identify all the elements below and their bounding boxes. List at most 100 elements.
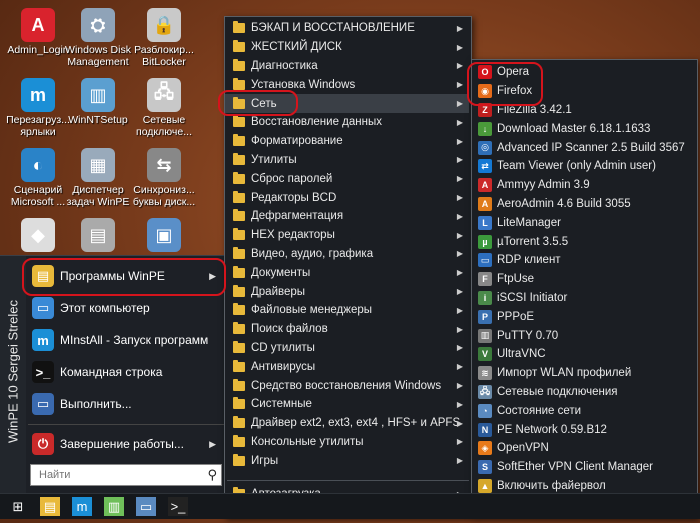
programs-menu-item[interactable]: Сброс паролей ▶ <box>225 169 469 188</box>
programs-menu-item[interactable]: Диагностика ▶ <box>225 57 469 76</box>
network-menu-item-label: UltraVNC <box>497 348 546 361</box>
programs-menu-item[interactable]: Установка Windows ▶ <box>225 75 469 94</box>
network-menu-item[interactable]: 🖧 Сетевые подключения <box>472 383 695 402</box>
explorer-icon[interactable]: ▤ <box>40 497 60 516</box>
desktop-icon[interactable]: ⛭ Windows Disk Management <box>62 8 134 68</box>
network-menu-item[interactable]: V UltraVNC <box>472 345 695 364</box>
pppoe-icon: P <box>478 309 492 324</box>
network-icon: 🖧 <box>147 78 181 112</box>
network-menu-item[interactable]: ≋ Импорт WLAN профилей <box>472 364 695 383</box>
network-menu-item[interactable]: ↓ Download Master 6.18.1.1633 <box>472 119 695 138</box>
programs-menu-item[interactable]: Сеть ▶ <box>225 94 469 113</box>
chevron-right-icon: ▶ <box>456 155 463 165</box>
start-menu-item[interactable]: m MInstAll - Запуск программ <box>28 326 224 354</box>
programs-menu-item[interactable]: Файловые менеджеры ▶ <box>225 301 469 320</box>
network-menu-item[interactable]: L LiteManager <box>472 213 695 232</box>
network-menu-item[interactable]: S SoftEther VPN Client Manager <box>472 458 695 477</box>
notepad-icon[interactable]: ▥ <box>104 497 124 516</box>
programs-menu-item[interactable]: ЖЕСТКИЙ ДИСК ▶ <box>225 38 469 57</box>
network-menu-item[interactable]: ⇄ Team Viewer (only Admin user) <box>472 157 695 176</box>
chevron-right-icon: ▶ <box>209 270 216 281</box>
programs-menu-item[interactable]: Средство восстановления Windows ▶ <box>225 376 469 395</box>
search-icon[interactable]: ⚲ <box>207 467 217 483</box>
programs-menu-item[interactable]: Форматирование ▶ <box>225 132 469 151</box>
network-menu-item[interactable]: N PE Network 0.59.B12 <box>472 420 695 439</box>
network-menu: O Opera ◉ Firefox Z FileZilla 3.42.1 ↓ Download… <box>471 59 698 519</box>
network-menu-item-label: Team Viewer (only Admin user) <box>497 160 656 173</box>
m-logo-icon[interactable]: m <box>72 497 92 516</box>
desktop-icon[interactable]: 🖧 Сетевые подключе... <box>128 78 200 138</box>
network-menu-item[interactable]: µ µTorrent 3.5.5 <box>472 232 695 251</box>
network-menu-item[interactable]: i iSCSI Initiator <box>472 289 695 308</box>
chevron-right-icon: ▶ <box>456 249 463 259</box>
search-box[interactable]: ⚲ <box>30 464 222 486</box>
filezilla-icon: Z <box>478 102 492 117</box>
programs-menu-item[interactable]: БЭКАП И ВОССТАНОВЛЕНИЕ ▶ <box>225 19 469 38</box>
task-manager-icon: ▦ <box>81 148 115 182</box>
start-menu-item[interactable]: ▭ Выполнить... <box>28 390 224 418</box>
network-menu-item-label: Advanced IP Scanner 2.5 Build 3567 <box>497 141 685 154</box>
desktop-icon[interactable]: ▦ Диспетчер задач WinPE <box>62 148 134 208</box>
programs-menu-item-label: Форматирование <box>251 135 343 148</box>
start-menu-item[interactable]: ⏻ Завершение работы... ▶ <box>28 430 224 458</box>
programs-menu-item[interactable]: CD утилиты ▶ <box>225 339 469 358</box>
disk-management-icon: ⛭ <box>81 8 115 42</box>
programs-menu-item[interactable]: HEX редакторы ▶ <box>225 226 469 245</box>
programs-menu-item[interactable]: Антивирусы ▶ <box>225 357 469 376</box>
start-menu-item[interactable]: >_ Командная строка <box>28 358 224 386</box>
programs-menu-item[interactable]: Игры ▶ <box>225 451 469 470</box>
programs-menu-item[interactable]: Дефрагментация ▶ <box>225 207 469 226</box>
m-logo-icon: m <box>21 78 55 112</box>
programs-menu-item[interactable]: Поиск файлов ▶ <box>225 320 469 339</box>
aeroadmin-icon: A <box>478 196 492 211</box>
desktop-icon[interactable]: 🔒 Разблокир... BitLocker <box>128 8 200 68</box>
network-menu-item[interactable]: ▭ RDP клиент <box>472 251 695 270</box>
programs-menu-item[interactable]: Утилиты ▶ <box>225 151 469 170</box>
programs-menu-item[interactable]: Редакторы BCD ▶ <box>225 188 469 207</box>
network-menu-item-label: OpenVPN <box>497 442 549 455</box>
start-menu-item[interactable]: ▤ Программы WinPE ▶ <box>28 262 224 290</box>
programs-menu-item[interactable]: Восстановление данных ▶ <box>225 113 469 132</box>
search-input[interactable] <box>37 468 201 482</box>
tablet-icon[interactable]: ▭ <box>136 497 156 516</box>
network-menu-item[interactable]: O Opera <box>472 63 695 82</box>
folder-icon <box>233 209 245 222</box>
network-menu-item[interactable]: ◈ OpenVPN <box>472 439 695 458</box>
bitlocker-icon: 🔒 <box>147 8 181 42</box>
programs-menu-item[interactable]: Видео, аудио, графика ▶ <box>225 245 469 264</box>
desktop-icon-label: Синхрониз... буквы диск... <box>132 184 196 208</box>
chevron-right-icon: ▶ <box>456 136 463 146</box>
programs-menu-item-label: Редакторы BCD <box>251 191 337 204</box>
cmd-icon[interactable]: >_ <box>168 497 188 516</box>
start-menu-item[interactable]: ▭ Этот компьютер <box>28 294 224 322</box>
ip-scanner-icon: ◎ <box>478 140 492 155</box>
programs-menu-item-label: Системные <box>251 398 312 411</box>
folder-icon <box>233 340 245 353</box>
network-menu-item[interactable]: A Ammyy Admin 3.9 <box>472 176 695 195</box>
desktop-icon[interactable]: ⇆ Синхрониз... буквы диск... <box>128 148 200 208</box>
programs-menu-item[interactable]: Документы ▶ <box>225 263 469 282</box>
programs-menu-item[interactable]: Драйвер ext2, ext3, ext4 , HFS+ и APFS ▶ <box>225 414 469 433</box>
firewall-on-icon: ▲ <box>478 478 492 493</box>
programs-menu-item-label: Драйверы <box>251 285 306 298</box>
chevron-right-icon: ▶ <box>456 324 463 334</box>
desktop-icon[interactable]: ▥ WinNTSetup <box>62 78 134 126</box>
teamviewer-icon: ⇄ <box>478 159 492 174</box>
network-menu-item[interactable]: A AeroAdmin 4.6 Build 3055 <box>472 195 695 214</box>
folder-icon <box>233 77 245 90</box>
network-menu-item[interactable]: F FtpUse <box>472 270 695 289</box>
programs-menu-item[interactable]: Драйверы ▶ <box>225 282 469 301</box>
network-menu-item[interactable]: ◉ Firefox <box>472 82 695 101</box>
folder-icon <box>233 21 245 34</box>
network-menu-item[interactable]: ▥ PuTTY 0.70 <box>472 326 695 345</box>
network-menu-item[interactable]: ◎ Advanced IP Scanner 2.5 Build 3567 <box>472 138 695 157</box>
network-menu-item[interactable]: ◔ Состояние сети <box>472 401 695 420</box>
chevron-right-icon: ▶ <box>456 117 463 127</box>
network-menu-item[interactable]: P PPPoE <box>472 307 695 326</box>
programs-menu-item[interactable]: Системные ▶ <box>225 395 469 414</box>
programs-menu-item[interactable]: Консольные утилиты ▶ <box>225 433 469 452</box>
windows-start-icon[interactable]: ⊞ <box>8 497 28 516</box>
chevron-right-icon: ▶ <box>456 343 463 353</box>
winntsetup-icon: ▥ <box>81 78 115 112</box>
network-menu-item[interactable]: Z FileZilla 3.42.1 <box>472 101 695 120</box>
